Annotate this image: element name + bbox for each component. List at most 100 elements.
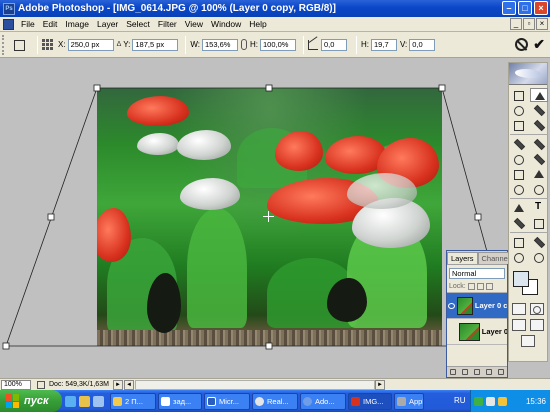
menu-layer[interactable]: Layer	[93, 19, 122, 29]
hand-tool-icon[interactable]	[510, 250, 528, 264]
cancel-transform-icon[interactable]	[515, 38, 528, 51]
status-info-icon[interactable]	[37, 380, 45, 389]
width-field[interactable]: 153,6%	[202, 38, 239, 51]
language-indicator[interactable]: RU	[454, 396, 466, 405]
doc-restore-button[interactable]: ▫	[523, 18, 535, 30]
type-tool-icon[interactable]	[530, 201, 548, 215]
menu-select[interactable]: Select	[122, 19, 154, 29]
eraser-tool-icon[interactable]	[510, 167, 528, 181]
standard-mode-button[interactable]	[512, 303, 526, 315]
y-position-field[interactable]: 187,5 px	[132, 38, 179, 51]
new-layer-icon[interactable]	[486, 369, 492, 375]
photoshop-app-icon[interactable]: Ps	[3, 2, 15, 15]
link-icon[interactable]	[241, 39, 248, 50]
slice-tool-icon[interactable]	[530, 118, 548, 132]
delta-icon[interactable]: Δ	[117, 41, 122, 48]
reference-point-icon[interactable]	[42, 38, 54, 51]
taskbar-item-player[interactable]: Real...	[252, 392, 298, 410]
taskbar-item-document[interactable]: зад...	[158, 392, 202, 410]
x-position-field[interactable]: 250,0 px	[67, 38, 114, 51]
menu-view[interactable]: View	[181, 19, 207, 29]
layers-palette: Layers Channels Normal Lock: Layer 0 cop…	[446, 250, 518, 378]
marquee-tool-icon[interactable]	[510, 88, 528, 102]
maximize-button[interactable]: □	[518, 1, 532, 15]
foreground-color-swatch[interactable]	[513, 271, 529, 287]
lock-image-icon[interactable]	[476, 283, 484, 290]
dodge-tool-icon[interactable]	[530, 182, 548, 196]
commit-transform-icon[interactable]: ✔	[533, 36, 545, 53]
paint-bucket-tool-icon[interactable]	[530, 167, 548, 181]
menu-image[interactable]: Image	[61, 19, 93, 29]
quicklaunch-media-icon[interactable]	[93, 395, 104, 407]
zoom-tool-icon[interactable]	[530, 250, 548, 264]
layer-mask-icon[interactable]	[474, 369, 480, 375]
scroll-left-button[interactable]: ◄	[124, 379, 134, 390]
quicklaunch-browser-icon[interactable]	[65, 395, 76, 407]
horizontal-scrollbar[interactable]	[135, 379, 375, 390]
brush-tool-icon[interactable]	[530, 137, 548, 151]
notes-tool-icon[interactable]	[510, 235, 528, 249]
pen-tool-icon[interactable]	[510, 216, 528, 230]
link-layers-icon[interactable]	[450, 369, 456, 375]
transform-tool-icon[interactable]	[11, 37, 27, 53]
blur-tool-icon[interactable]	[510, 182, 528, 196]
quicklaunch-desktop-icon[interactable]	[79, 395, 90, 407]
move-tool-icon[interactable]	[530, 88, 548, 102]
layer-row[interactable]: Layer 0	[447, 319, 507, 345]
blend-mode-select[interactable]: Normal	[449, 268, 505, 279]
doc-minimize-button[interactable]: _	[510, 18, 522, 30]
full-screen-menu-mode-button[interactable]	[530, 319, 544, 331]
height-field[interactable]: 100,0%	[260, 38, 297, 51]
toolbox-header-logo[interactable]	[509, 63, 547, 85]
lasso-tool-icon[interactable]	[510, 103, 528, 117]
angle-field[interactable]: 0,0	[321, 38, 348, 51]
scroll-right-button[interactable]: ►	[375, 379, 385, 390]
doc-close-button[interactable]: ×	[536, 18, 548, 30]
lock-transparency-icon[interactable]	[467, 283, 475, 290]
standard-screen-mode-button[interactable]	[512, 319, 526, 331]
start-button[interactable]: пуск	[0, 390, 62, 412]
path-selection-tool-icon[interactable]	[510, 201, 528, 215]
hskew-label: H:	[361, 40, 370, 49]
close-button[interactable]: ×	[534, 1, 548, 15]
status-menu-arrow[interactable]: ►	[113, 379, 123, 390]
vertical-skew-field[interactable]: 0,0	[409, 38, 436, 51]
menu-file[interactable]: File	[17, 19, 39, 29]
network-icon[interactable]	[474, 396, 483, 406]
menu-filter[interactable]: Filter	[154, 19, 181, 29]
menu-help[interactable]: Help	[245, 19, 270, 29]
visibility-toggle[interactable]	[448, 329, 457, 335]
magic-wand-tool-icon[interactable]	[530, 103, 548, 117]
zoom-field[interactable]: 100%	[1, 379, 31, 390]
layer-row[interactable]: Layer 0 copy	[447, 293, 507, 319]
layer-style-icon[interactable]	[462, 369, 468, 375]
menu-edit[interactable]: Edit	[39, 19, 62, 29]
volume-icon[interactable]	[486, 396, 495, 406]
trash-icon[interactable]	[498, 369, 504, 375]
tab-layers[interactable]: Layers	[447, 252, 478, 264]
jump-row	[509, 333, 547, 349]
history-brush-tool-icon[interactable]	[530, 152, 548, 166]
clone-stamp-tool-icon[interactable]	[510, 152, 528, 166]
eye-icon[interactable]	[448, 302, 455, 309]
jump-to-imageready-icon[interactable]	[521, 335, 535, 347]
x-label: X:	[58, 40, 66, 49]
crop-tool-icon[interactable]	[510, 118, 528, 132]
eyedropper-tool-icon[interactable]	[530, 235, 548, 249]
document-icon[interactable]	[3, 18, 14, 30]
lock-position-icon[interactable]	[485, 283, 493, 290]
taskbar-item-folders[interactable]: 2 П...	[110, 392, 156, 410]
taskbar-item-word[interactable]: Micr...	[204, 392, 250, 410]
antivirus-icon[interactable]	[498, 396, 507, 406]
taskbar-item-window[interactable]: Appl...	[394, 392, 424, 410]
taskbar-item-photoshop[interactable]: Ado...	[300, 392, 346, 410]
quick-mask-mode-button[interactable]	[530, 303, 544, 315]
menu-window[interactable]: Window	[207, 19, 245, 29]
horizontal-skew-field[interactable]: 19,7	[371, 38, 398, 51]
options-grip[interactable]	[2, 34, 8, 55]
taskbar-item-image[interactable]: IMG...	[348, 392, 392, 410]
minimize-button[interactable]: –	[502, 1, 516, 15]
shape-tool-icon[interactable]	[530, 216, 548, 230]
start-label: пуск	[24, 395, 49, 407]
healing-brush-tool-icon[interactable]	[510, 137, 528, 151]
